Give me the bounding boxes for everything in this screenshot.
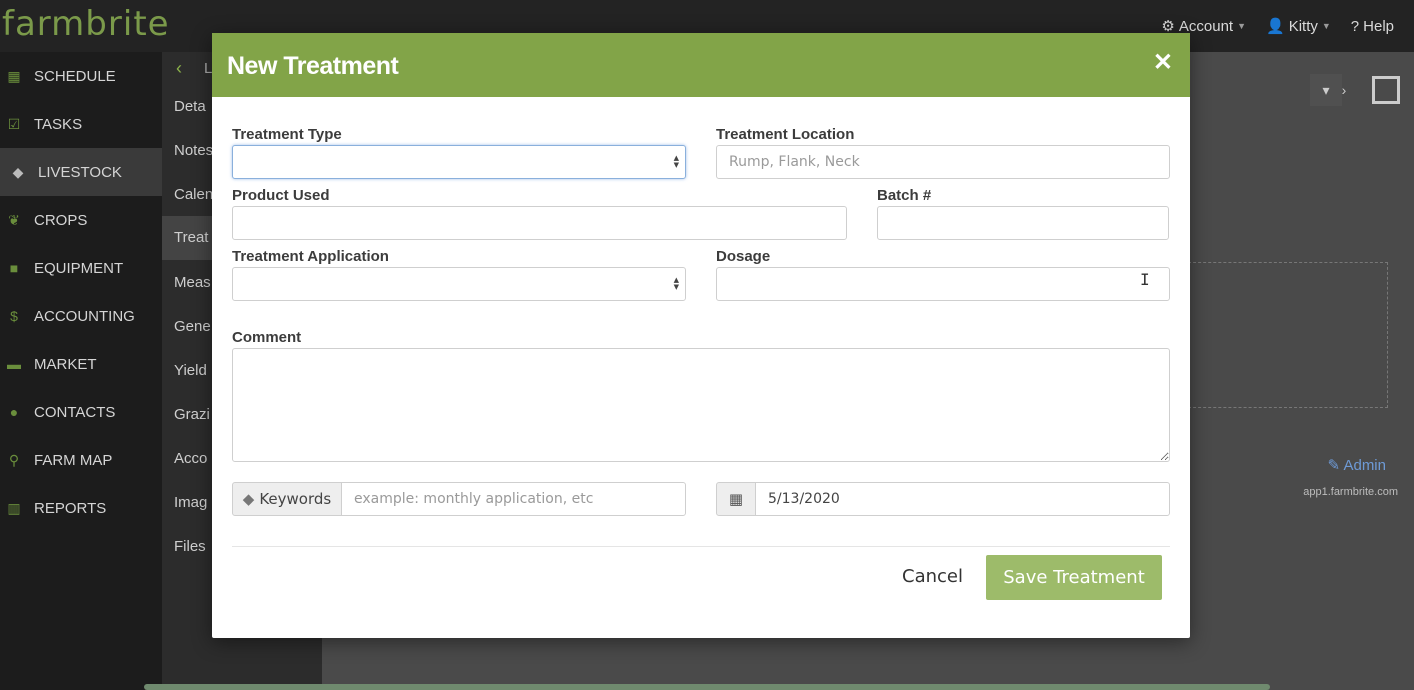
bottom-scrollbar[interactable]: [144, 684, 1270, 690]
save-treatment-button[interactable]: Save Treatment: [986, 555, 1162, 600]
select-arrows-icon: ▲ ▼: [673, 276, 679, 291]
sidebar-item-label: ACCOUNTING: [34, 307, 135, 325]
subnav-item[interactable]: Imag: [174, 494, 207, 511]
sidebar-item-tasks[interactable]: ☑ TASKS: [0, 100, 162, 148]
text-cursor-icon: I: [1140, 270, 1150, 289]
dosage-input[interactable]: [716, 267, 1170, 301]
truck-icon: ■: [9, 260, 19, 276]
subnav-item[interactable]: Grazi: [174, 406, 210, 423]
dosage-label: Dosage: [716, 248, 771, 265]
sidebar-item-label: CROPS: [34, 211, 88, 229]
top-nav: ⚙ Account ▼ 👤 Kitty ▼ ? Help: [1161, 17, 1394, 36]
modal-title: New Treatment: [227, 52, 399, 80]
help-label: Help: [1363, 17, 1394, 35]
subnav-item[interactable]: Gene: [174, 318, 211, 335]
cart-icon: ▬: [7, 356, 21, 372]
comment-textarea[interactable]: [232, 348, 1170, 462]
treatment-application-label: Treatment Application: [232, 248, 389, 265]
sidebar-item-accounting[interactable]: $ ACCOUNTING: [0, 292, 162, 340]
modal-header: New Treatment ✕: [212, 33, 1190, 97]
date-addon[interactable]: ▦: [716, 482, 756, 516]
map-pin-icon: ⚲: [8, 451, 20, 468]
subnav-item[interactable]: Files: [174, 538, 206, 555]
date-value: 5/13/2020: [768, 491, 840, 507]
subnav-item[interactable]: Acco: [174, 450, 207, 467]
select-arrows-icon: ▲ ▼: [673, 154, 679, 169]
chevron-right-icon[interactable]: ›: [1328, 74, 1360, 106]
sidebar-item-contacts[interactable]: ● CONTACTS: [0, 388, 162, 436]
batch-label: Batch #: [877, 187, 932, 204]
sidebar-item-label: REPORTS: [34, 499, 107, 517]
sidebar-item-crops[interactable]: ❦ CROPS: [0, 196, 162, 244]
host-label: app1.farmbrite.com: [1303, 486, 1398, 498]
cancel-button[interactable]: Cancel: [902, 566, 963, 587]
question-icon: ?: [1350, 17, 1360, 35]
batch-input[interactable]: [877, 206, 1169, 240]
user-menu[interactable]: 👤 Kitty ▼: [1266, 17, 1331, 36]
bar-chart-icon: ▥: [7, 499, 21, 516]
admin-link[interactable]: ✎ Admin: [1328, 456, 1386, 474]
dollar-icon: $: [10, 308, 18, 324]
sidebar-item-label: LIVESTOCK: [38, 163, 122, 181]
sidebar-item-livestock[interactable]: ◆ LIVESTOCK: [0, 148, 162, 196]
sidebar-item-label: CONTACTS: [34, 403, 116, 421]
treatment-location-label: Treatment Location: [716, 126, 855, 143]
account-label: Account: [1178, 17, 1234, 35]
caret-down-icon: ▼: [1321, 21, 1331, 31]
user-label: Kitty: [1288, 17, 1318, 35]
treatment-type-label: Treatment Type: [232, 126, 342, 143]
sidebar-item-label: EQUIPMENT: [34, 259, 124, 277]
keywords-addon-label: Keywords: [259, 490, 332, 508]
subnav-item[interactable]: Meas: [174, 274, 211, 291]
dropzone: [1188, 262, 1388, 408]
footer-divider: [232, 546, 1170, 547]
treatment-location-input[interactable]: Rump, Flank, Neck: [716, 145, 1170, 179]
subnav-item[interactable]: Calen: [174, 186, 213, 203]
leaf-icon: ❦: [8, 211, 20, 228]
tag-icon: ◆: [242, 490, 255, 508]
calendar-icon: ▦: [728, 490, 744, 508]
keywords-placeholder: example: monthly application, etc: [354, 491, 594, 507]
treatment-location-placeholder: Rump, Flank, Neck: [729, 154, 860, 170]
treatment-application-select[interactable]: ▲ ▼: [232, 267, 686, 301]
sidebar-item-schedule[interactable]: ▦ SCHEDULE: [0, 52, 162, 100]
product-used-label: Product Used: [232, 187, 330, 204]
keywords-addon: ◆ Keywords: [232, 482, 342, 516]
help-link[interactable]: ? Help: [1351, 17, 1394, 35]
sidebar-item-label: TASKS: [34, 115, 83, 133]
close-icon[interactable]: ✕: [1153, 48, 1173, 77]
sidebar-item-label: MARKET: [34, 355, 97, 373]
farmbrite-logo[interactable]: farmbrite: [2, 4, 170, 44]
calendar-icon: ▦: [7, 67, 21, 84]
sidebar-item-label: FARM MAP: [34, 451, 113, 469]
qr-code-icon[interactable]: [1372, 76, 1400, 104]
tag-icon: ◆: [12, 163, 24, 180]
treatment-type-select[interactable]: ▲ ▼: [232, 145, 686, 179]
new-treatment-modal: New Treatment ✕ Treatment Type ▲ ▼ Treatm…: [212, 33, 1190, 638]
date-input[interactable]: 5/13/2020: [755, 482, 1170, 516]
users-icon: ●: [9, 404, 19, 420]
sidebar-item-market[interactable]: ▬ MARKET: [0, 340, 162, 388]
caret-down-icon: ▼: [1237, 21, 1246, 31]
subnav-item[interactable]: Yield: [174, 362, 207, 379]
sidebar-item-label: SCHEDULE: [34, 67, 116, 85]
sidebar: ▦ SCHEDULE ☑ TASKS ◆ LIVESTOCK ❦ CROPS ■ EQUI…: [0, 52, 162, 690]
user-icon: 👤: [1266, 18, 1285, 35]
sidebar-item-reports[interactable]: ▥ REPORTS: [0, 484, 162, 532]
product-used-input[interactable]: [232, 206, 847, 240]
subnav-item[interactable]: Notes: [174, 142, 213, 159]
chevron-left-icon[interactable]: ‹: [176, 58, 182, 79]
sidebar-item-equipment[interactable]: ■ EQUIPMENT: [0, 244, 162, 292]
comment-label: Comment: [232, 329, 302, 346]
keywords-input[interactable]: example: monthly application, etc: [341, 482, 686, 516]
sidebar-item-farm-map[interactable]: ⚲ FARM MAP: [0, 436, 162, 484]
checkbox-icon: ☑: [7, 115, 21, 132]
admin-label: Admin: [1343, 457, 1386, 474]
subnav-item[interactable]: Deta: [174, 98, 206, 115]
